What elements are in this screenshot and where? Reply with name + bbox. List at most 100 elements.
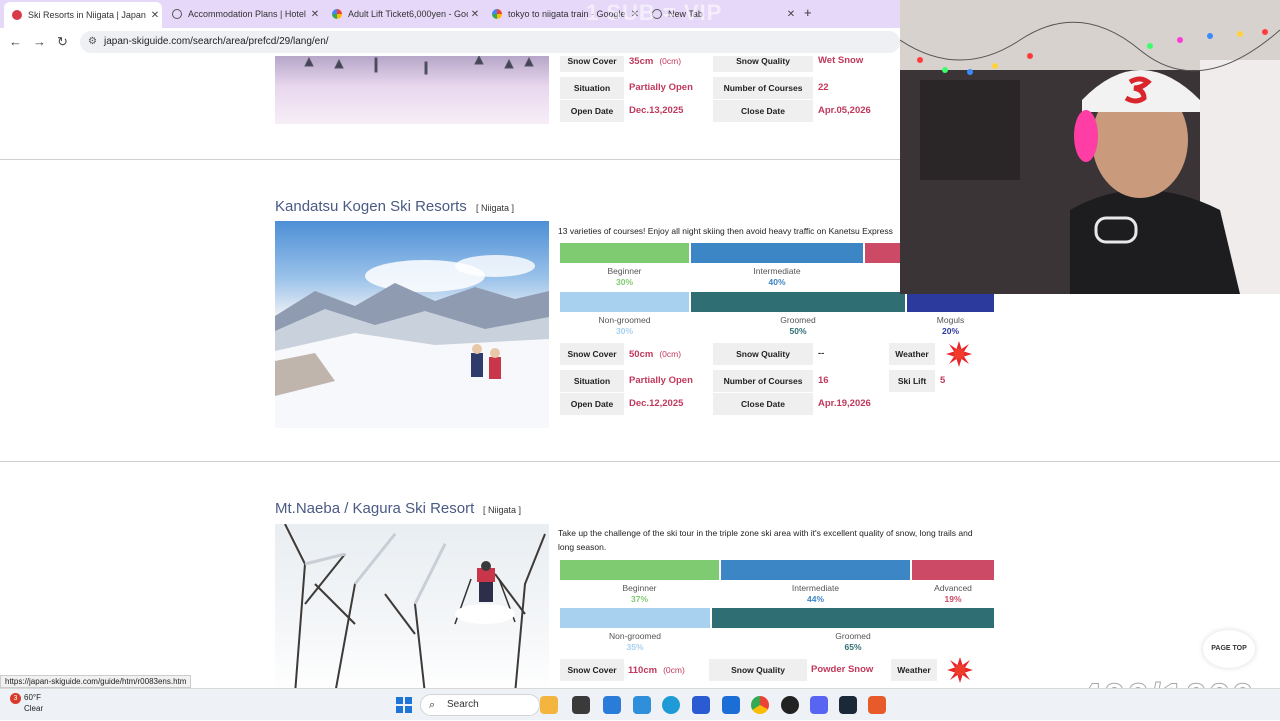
non-groomed-label: Non-groomed bbox=[609, 631, 661, 641]
groomed-bar bbox=[712, 608, 994, 628]
prefecture-tag[interactable]: [ Niigata ] bbox=[476, 203, 514, 213]
obs-icon[interactable] bbox=[781, 696, 799, 714]
intermediate-label: Intermediate bbox=[753, 266, 801, 276]
gift-widget-icon[interactable] bbox=[540, 696, 558, 714]
close-tab-icon[interactable]: ✕ bbox=[784, 9, 798, 20]
snow-cover-label: Snow Cover bbox=[560, 343, 624, 365]
non-groomed-label: Non-groomed bbox=[598, 315, 651, 325]
situation-label: Situation bbox=[560, 370, 624, 392]
moguls-label: Moguls bbox=[936, 315, 965, 325]
tab-title: Ski Resorts in Niigata | Japan S bbox=[28, 10, 148, 20]
tab-title: Accommodation Plans | Hotel 0 bbox=[188, 9, 308, 19]
advanced-bar bbox=[912, 560, 994, 580]
page-top-button[interactable]: PAGE TOP bbox=[1203, 630, 1255, 668]
tab-title: Adult Lift Ticket6,000yen - Goo bbox=[348, 9, 468, 19]
sunny-weather-icon bbox=[947, 657, 973, 683]
windows-start-icon[interactable] bbox=[396, 697, 412, 713]
snow-quality-label: Snow Quality bbox=[709, 659, 807, 681]
close-date-label: Close Date bbox=[713, 100, 813, 122]
non-groomed-pct: 35% bbox=[626, 642, 644, 652]
back-icon[interactable]: ← bbox=[9, 34, 22, 49]
webcam-overlay bbox=[900, 0, 1280, 294]
photos-icon[interactable] bbox=[603, 696, 621, 714]
edge-icon[interactable] bbox=[662, 696, 680, 714]
new-tab-button[interactable]: + bbox=[804, 5, 812, 20]
snow-cover-label: Snow Cover bbox=[560, 56, 624, 72]
store-icon[interactable] bbox=[692, 696, 710, 714]
non-groomed-bar bbox=[560, 292, 689, 312]
app-icon[interactable] bbox=[868, 696, 886, 714]
forward-icon[interactable]: → bbox=[33, 34, 46, 49]
resort-photo-kandatsu[interactable] bbox=[275, 221, 549, 428]
snow-cover-value: 110cm (0cm) bbox=[628, 665, 685, 676]
groomed-bar bbox=[691, 292, 905, 312]
advanced-pct: 19% bbox=[944, 594, 962, 604]
tab-lift-ticket[interactable]: Adult Lift Ticket6,000yen - Goo ✕ bbox=[324, 4, 482, 24]
close-tab-icon[interactable]: ✕ bbox=[148, 10, 162, 21]
situation-value: Partially Open bbox=[629, 375, 693, 386]
site-settings-icon[interactable]: ⚙ bbox=[88, 31, 97, 53]
address-bar[interactable]: ⚙ japan-skiguide.com/search/area/prefcd/… bbox=[80, 31, 900, 53]
weather-condition: Clear bbox=[24, 704, 44, 713]
prefecture-tag[interactable]: [ Niigata ] bbox=[483, 505, 521, 515]
ski-lift-label: Ski Lift bbox=[889, 370, 935, 392]
close-date-value: Apr.19,2026 bbox=[818, 398, 871, 409]
site-favicon-icon bbox=[12, 10, 22, 20]
tab-ski-resorts[interactable]: Ski Resorts in Niigata | Japan S ✕ bbox=[4, 2, 162, 28]
close-tab-icon[interactable]: ✕ bbox=[308, 9, 322, 20]
webcam-feed-art bbox=[900, 0, 1280, 294]
snow-quality-value: Powder Snow bbox=[811, 664, 874, 675]
task-view-icon[interactable] bbox=[572, 696, 590, 714]
beginner-bar bbox=[560, 243, 689, 263]
close-date-label: Close Date bbox=[713, 393, 813, 415]
intermediate-pct: 40% bbox=[768, 277, 786, 287]
globe-icon bbox=[172, 9, 182, 19]
courses-value: 22 bbox=[818, 82, 829, 93]
groomed-pct: 65% bbox=[844, 642, 862, 652]
weather-widget[interactable]: 3 60°F Clear bbox=[10, 693, 43, 714]
search-icon: ⌕ bbox=[429, 699, 436, 711]
temperature: 60°F bbox=[24, 693, 41, 702]
resort-photo-naeba-art bbox=[284, 524, 546, 688]
resort-title-naeba[interactable]: Mt.Naeba / Kagura Ski Resort bbox=[275, 500, 474, 517]
resort-description: Take up the challenge of the ski tour in… bbox=[558, 528, 973, 552]
courses-value: 16 bbox=[818, 375, 829, 386]
search-label: Search bbox=[447, 699, 479, 710]
non-groomed-pct: 30% bbox=[615, 326, 633, 336]
resort-description: 13 varieties of courses! Enjoy all night… bbox=[558, 226, 893, 236]
reload-icon[interactable]: ↻ bbox=[57, 34, 68, 50]
steam-icon[interactable] bbox=[839, 696, 857, 714]
courses-label: Number of Courses bbox=[713, 370, 813, 392]
discord-icon[interactable] bbox=[810, 696, 828, 714]
chrome-icon[interactable] bbox=[751, 696, 769, 714]
intermediate-bar bbox=[721, 560, 910, 580]
beginner-pct: 37% bbox=[630, 594, 648, 604]
snow-cover-value: 50cm (0cm) bbox=[629, 349, 682, 360]
open-date-value: Dec.12,2025 bbox=[629, 398, 684, 409]
taskbar-search[interactable]: ⌕ Search bbox=[420, 694, 540, 716]
weather-label: Weather bbox=[889, 343, 935, 365]
beginner-pct: 30% bbox=[615, 277, 633, 287]
snow-quality-value: Wet Snow bbox=[818, 56, 864, 66]
weather-label: Weather bbox=[891, 659, 937, 681]
snow-cover-label: Snow Cover bbox=[560, 659, 624, 681]
groomed-label: Groomed bbox=[780, 315, 816, 325]
tab-accommodation[interactable]: Accommodation Plans | Hotel 0 ✕ bbox=[164, 4, 322, 24]
resort-photo-prev[interactable] bbox=[275, 56, 549, 124]
close-tab-icon[interactable]: ✕ bbox=[468, 9, 482, 20]
beginner-bar bbox=[560, 560, 719, 580]
windows-taskbar: 3 60°F Clear ⌕ Search bbox=[0, 688, 1280, 720]
snow-quality-label: Snow Quality bbox=[713, 343, 813, 365]
groomed-pct: 50% bbox=[789, 326, 807, 336]
snow-cover-value: 35cm (0cm) bbox=[629, 56, 682, 67]
open-date-label: Open Date bbox=[560, 393, 624, 415]
section-divider bbox=[0, 461, 1280, 462]
outlook-icon[interactable] bbox=[722, 696, 740, 714]
resort-title-kandatsu[interactable]: Kandatsu Kogen Ski Resorts bbox=[275, 198, 467, 215]
resort-photo-naeba[interactable] bbox=[275, 524, 549, 688]
file-explorer-icon[interactable] bbox=[633, 696, 651, 714]
situation-value: Partially Open bbox=[629, 82, 693, 93]
intermediate-pct: 44% bbox=[806, 594, 824, 604]
resort-photo-kandatsu-art bbox=[275, 255, 549, 428]
google-icon bbox=[492, 9, 502, 19]
